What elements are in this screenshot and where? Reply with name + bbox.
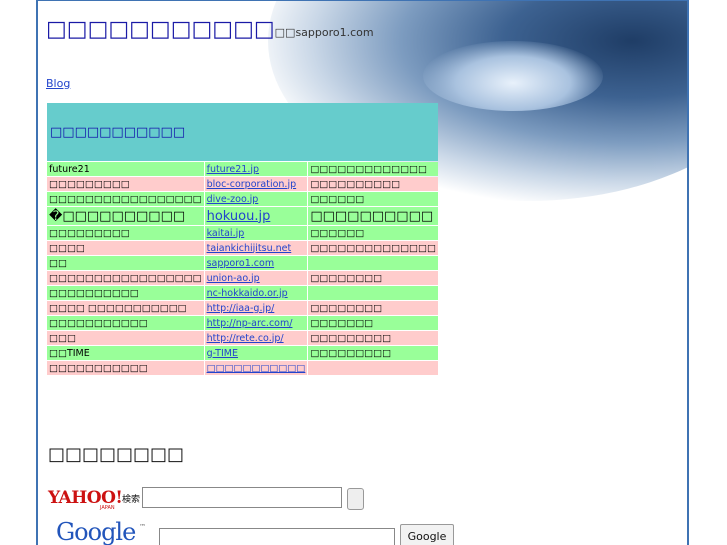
row-description: □□□□□□□□□□ [308, 177, 438, 191]
row-name: □□□□□□□□□□ [47, 286, 204, 300]
row-link[interactable]: hokuou.jp [207, 209, 271, 224]
row-link-cell: http://iaa-g.jp/ [204, 301, 308, 315]
row-link-cell: g-TIME [204, 346, 308, 360]
row-link-cell: dive-zoo.jp [204, 192, 308, 206]
water-drop-image [423, 41, 603, 111]
row-link[interactable]: sapporo1.com [207, 258, 275, 269]
row-description: □□□□□□ [308, 226, 438, 240]
table-row: □□□□□□□□□□ nc-hokkaido.or.jp [47, 286, 438, 300]
row-name: □□□ [47, 331, 204, 345]
row-link[interactable]: dive-zoo.jp [207, 194, 259, 205]
row-name: □□□□□□□□□□□ [47, 361, 204, 375]
row-link[interactable]: http://iaa-g.jp/ [207, 303, 275, 314]
row-link[interactable]: http://np-arc.com/ [207, 318, 293, 329]
row-link-cell: bloc-corporation.jp [204, 177, 308, 191]
row-description [308, 286, 438, 300]
row-description [308, 361, 438, 375]
row-link-cell: union-ao.jp [204, 271, 308, 285]
row-link-cell: future21.jp [204, 162, 308, 176]
table-row: □□□□□□□□□ kaitai.jp □□□□□□ [47, 226, 438, 240]
row-name: □□□□ □□□□□□□□□□□ [47, 301, 204, 315]
row-name: □□□□ [47, 241, 204, 255]
table-row: □□□□□□□□□□□ http://np-arc.com/ □□□□□□□ [47, 316, 438, 330]
row-description [308, 256, 438, 270]
row-link-cell: □□□□□□□□□□□ [204, 361, 308, 375]
row-link[interactable]: taiankichijitsu.net [207, 243, 292, 254]
google-logo-tm: ™ [139, 523, 146, 531]
links-table-body: future21 future21.jp □□□□□□□□□□□□□ □□□□□□□□… [47, 162, 438, 375]
row-link[interactable]: http://rete.co.jp/ [207, 333, 284, 344]
google-logo: Google [56, 518, 136, 545]
yahoo-search-label: 検索 [122, 495, 141, 505]
row-link[interactable]: kaitai.jp [207, 228, 245, 239]
links-table-heading: □□□□□□□□□□□ [47, 103, 438, 161]
row-name: □□□□□□□□□□□□□□□□□ [47, 271, 204, 285]
row-link[interactable]: □□□□□□□□□□□ [207, 363, 306, 374]
table-row: □□□□ taiankichijitsu.net □□□□□□□□□□□□□□ [47, 241, 438, 255]
table-row: �□□□□□□□□□□ hokuou.jp □□□□□□□□□□ [47, 207, 438, 225]
table-row: □□□□□□□□□ bloc-corporation.jp □□□□□□□□□□ [47, 177, 438, 191]
row-name: □□□□□□□□□□□ [47, 316, 204, 330]
row-description: □□□□□□ [308, 192, 438, 206]
row-name: □□□□□□□□□ [47, 177, 204, 191]
blog-link[interactable]: Blog [46, 77, 70, 90]
table-row: future21 future21.jp □□□□□□□□□□□□□ [47, 162, 438, 176]
row-description: □□□□□□□□□□□□□□ [308, 241, 438, 255]
row-name: �□□□□□□□□□□ [47, 207, 204, 225]
google-search-input[interactable] [159, 528, 395, 545]
row-description: □□□□□□□ [308, 316, 438, 330]
row-link[interactable]: future21.jp [207, 164, 259, 175]
row-link-cell: taiankichijitsu.net [204, 241, 308, 255]
row-description: □□□□□□□□□ [308, 331, 438, 345]
row-link-cell: http://rete.co.jp/ [204, 331, 308, 345]
row-name: □□TIME [47, 346, 204, 360]
row-link-cell: nc-hokkaido.or.jp [204, 286, 308, 300]
row-name: □□ [47, 256, 204, 270]
table-row: □□□□□□□□□□□□□□□□□ dive-zoo.jp □□□□□□ [47, 192, 438, 206]
table-row: □□□□ □□□□□□□□□□□ http://iaa-g.jp/ □□□□□□□□ [47, 301, 438, 315]
yahoo-search-input[interactable] [142, 487, 342, 508]
site-title: □□□□□□□□□□□□□sapporo1.com [46, 17, 374, 42]
table-row: □□TIME g-TIME □□□□□□□□□ [47, 346, 438, 360]
search-section-title: □□□□□□□□ [48, 444, 185, 465]
yahoo-search-button[interactable] [347, 488, 364, 510]
row-description: □□□□□□□□ [308, 301, 438, 315]
page-frame: □□□□□□□□□□□□□sapporo1.com Blog □□□□□□□□□… [36, 0, 689, 545]
table-row: □□□□□□□□□□□ □□□□□□□□□□□ [47, 361, 438, 375]
table-row: □□□□□□□□□□□□□□□□□ union-ao.jp □□□□□□□□ [47, 271, 438, 285]
table-row: □□ sapporo1.com [47, 256, 438, 270]
row-link-cell: sapporo1.com [204, 256, 308, 270]
site-subtitle: □□sapporo1.com [274, 26, 374, 39]
row-description: □□□□□□□□ [308, 271, 438, 285]
row-name: □□□□□□□□□□□□□□□□□ [47, 192, 204, 206]
yahoo-logo-sub: JAPAN [100, 505, 115, 511]
row-link-cell: http://np-arc.com/ [204, 316, 308, 330]
table-row: □□□ http://rete.co.jp/ □□□□□□□□□ [47, 331, 438, 345]
row-name: □□□□□□□□□ [47, 226, 204, 240]
row-link[interactable]: union-ao.jp [207, 273, 260, 284]
row-link[interactable]: bloc-corporation.jp [207, 179, 297, 190]
google-search-button[interactable]: Google [400, 524, 454, 545]
links-table: □□□□□□□□□□□ future21 future21.jp □□□□□□□□□… [46, 102, 439, 376]
row-name: future21 [47, 162, 204, 176]
row-description: □□□□□□□□□ [308, 346, 438, 360]
site-title-text: □□□□□□□□□□□ [46, 17, 275, 42]
row-link-cell: hokuou.jp [204, 207, 308, 225]
row-description: □□□□□□□□□□ [308, 207, 438, 225]
row-link[interactable]: g-TIME [207, 348, 238, 359]
row-link-cell: kaitai.jp [204, 226, 308, 240]
row-link[interactable]: nc-hokkaido.or.jp [207, 288, 288, 299]
row-description: □□□□□□□□□□□□□ [308, 162, 438, 176]
